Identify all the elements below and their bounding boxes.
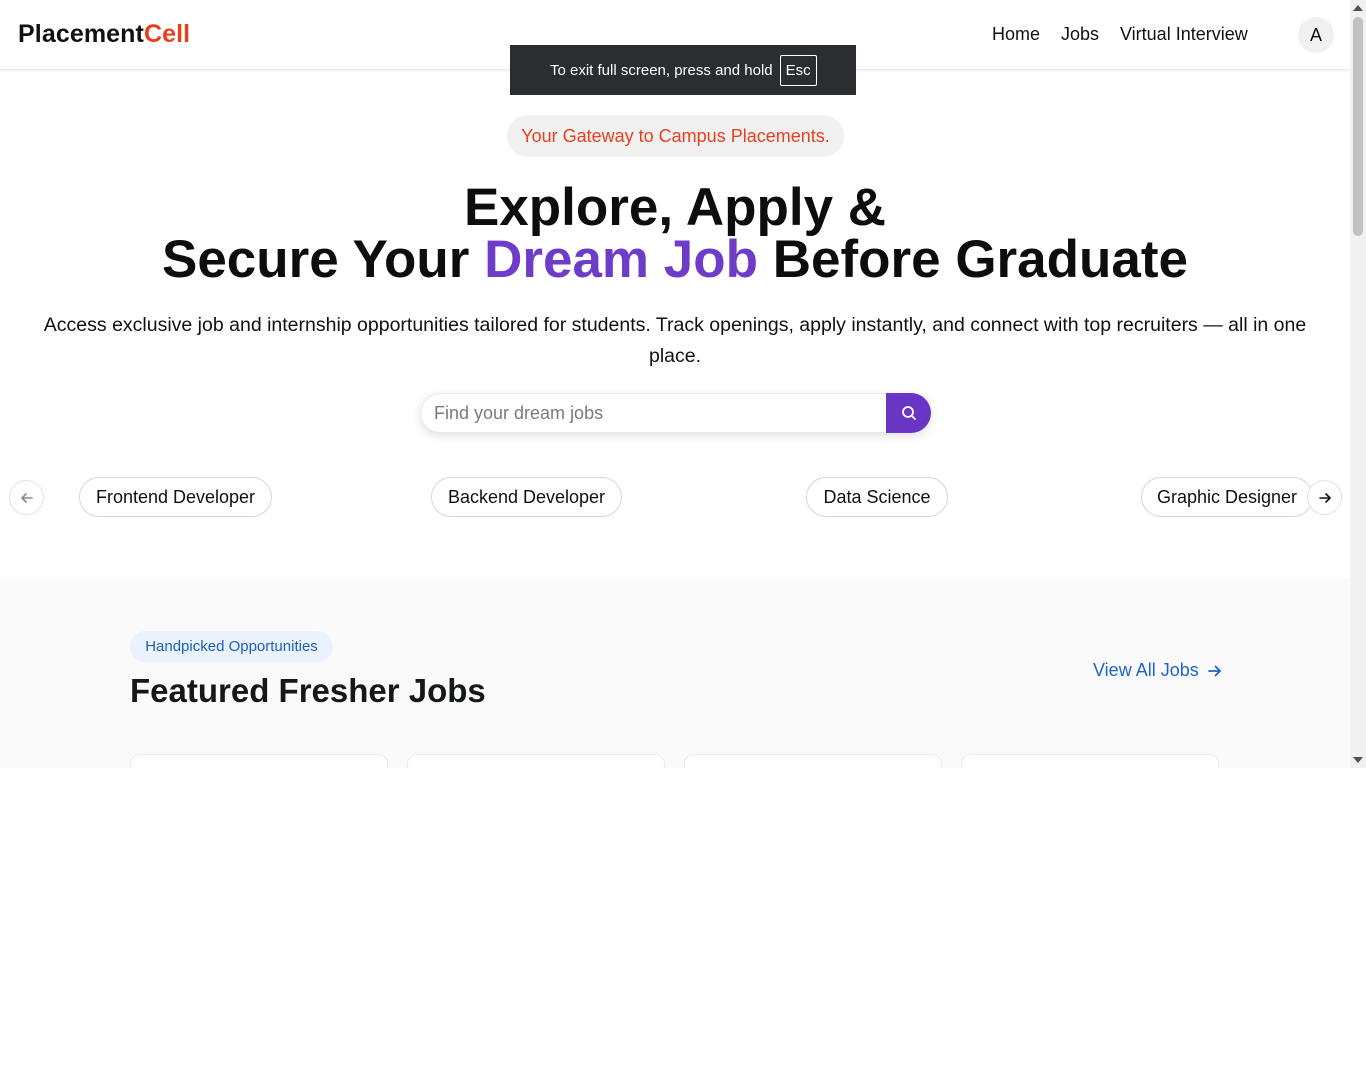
site-logo[interactable]: PlacementCell — [18, 20, 190, 49]
fullscreen-exit-notice: To exit full screen, press and hold Esc — [510, 45, 856, 95]
nav-link-virtual-interview[interactable]: Virtual Interview — [1120, 24, 1248, 45]
hero-title-highlight: Dream Job — [484, 230, 758, 289]
category-chip-backend-developer[interactable]: Backend Developer — [431, 477, 622, 517]
category-chip-graphic-designer[interactable]: Graphic Designer — [1141, 477, 1313, 517]
hero-tagline-pill: Your Gateway to Campus Placements. — [507, 115, 844, 157]
job-card[interactable] — [130, 754, 388, 768]
logo-accent-text: Cell — [143, 20, 191, 48]
carousel-next-button[interactable] — [1307, 480, 1342, 515]
scroll-up-arrow[interactable] — [1353, 5, 1363, 11]
job-card[interactable] — [961, 754, 1219, 768]
arrow-left-icon — [20, 492, 33, 503]
hero-title-line-1: Explore, Apply & — [463, 178, 887, 237]
page: PlacementCell Home Jobs Virtual Intervie… — [0, 0, 1350, 768]
job-search-bar — [420, 393, 931, 433]
hero-title-pre: Secure Your — [161, 230, 485, 289]
search-button[interactable] — [886, 393, 931, 433]
browser-viewport: PlacementCell Home Jobs Virtual Intervie… — [0, 0, 1366, 768]
vertical-scrollbar[interactable] — [1350, 0, 1366, 768]
search-icon — [901, 406, 916, 420]
arrow-right-icon — [1318, 492, 1331, 503]
hero-title-post: Before Graduate — [758, 230, 1189, 289]
logo-main-text: Placement — [18, 20, 144, 48]
user-avatar[interactable]: A — [1298, 17, 1334, 53]
featured-badge: Handpicked Opportunities — [130, 631, 333, 662]
job-search-input[interactable] — [434, 394, 884, 432]
fullscreen-notice-text: To exit full screen, press and hold — [550, 61, 773, 79]
esc-key-hint: Esc — [779, 54, 817, 86]
category-chip-data-science[interactable]: Data Science — [806, 477, 948, 517]
scrollbar-thumb[interactable] — [1353, 17, 1363, 236]
view-all-jobs-link[interactable]: View All Jobs — [1093, 660, 1222, 681]
hero-title-line-2: Secure Your Dream Job Before Graduate — [0, 233, 1350, 286]
job-card[interactable] — [407, 754, 665, 768]
category-chip-frontend-developer[interactable]: Frontend Developer — [79, 477, 272, 517]
nav-link-home[interactable]: Home — [992, 24, 1040, 45]
carousel-prev-button[interactable] — [9, 480, 44, 515]
view-all-jobs-label: View All Jobs — [1093, 660, 1199, 680]
nav-link-jobs[interactable]: Jobs — [1061, 24, 1099, 45]
scroll-down-arrow[interactable] — [1353, 757, 1363, 763]
job-card[interactable] — [684, 754, 942, 768]
featured-section-title: Featured Fresher Jobs — [130, 672, 486, 709]
hero-description: Access exclusive job and internship oppo… — [43, 314, 1307, 367]
arrow-right-icon — [1207, 665, 1221, 676]
